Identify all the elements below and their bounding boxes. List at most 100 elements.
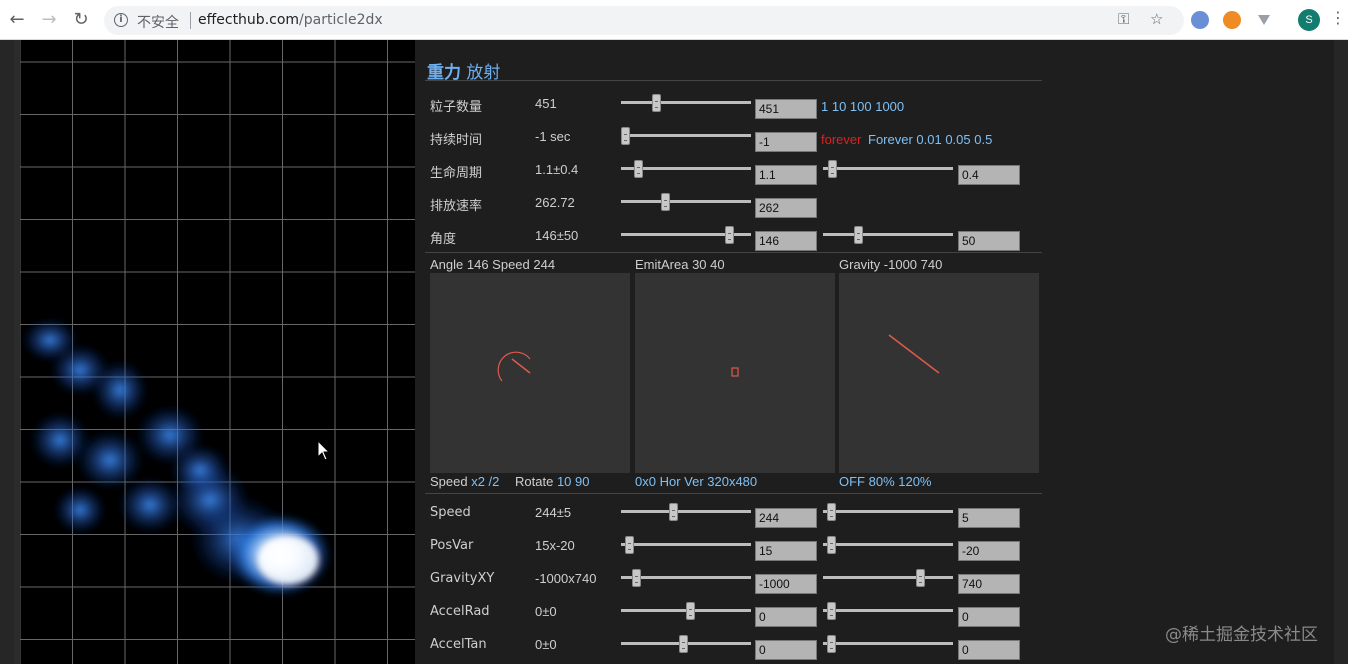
slider-thumb[interactable] bbox=[826, 635, 836, 653]
param-input[interactable]: 0 bbox=[755, 640, 817, 660]
angle-speed-pad[interactable] bbox=[430, 273, 630, 473]
param-variance-slider[interactable] bbox=[823, 159, 953, 179]
param-input[interactable]: 1.1 bbox=[755, 165, 817, 185]
scrollbar[interactable] bbox=[1334, 40, 1348, 664]
param-variance-input[interactable]: 50 bbox=[958, 231, 1020, 251]
extension-icon-2[interactable] bbox=[1223, 11, 1241, 29]
param-value: 146±50 bbox=[535, 228, 579, 243]
slider-track bbox=[621, 543, 751, 546]
info-icon[interactable]: i bbox=[114, 13, 128, 27]
divider bbox=[425, 493, 1042, 494]
slider-thumb[interactable] bbox=[826, 602, 836, 620]
param-variance-slider[interactable] bbox=[823, 225, 953, 245]
pad-label-angle: Angle 146 Speed 244 bbox=[430, 257, 556, 272]
slider-thumb[interactable] bbox=[660, 193, 670, 211]
browser-toolbar: ← → ↻ i 不安全 effecthub.com/particle2dx ⚿ … bbox=[0, 0, 1348, 40]
slider-thumb[interactable] bbox=[621, 127, 630, 145]
slider-track bbox=[621, 200, 751, 203]
divider bbox=[425, 80, 1042, 81]
speed-label: Speed bbox=[430, 474, 472, 489]
param-slider[interactable] bbox=[621, 93, 751, 113]
param-input[interactable]: 244 bbox=[755, 508, 817, 528]
param-variance-input[interactable]: 0 bbox=[958, 607, 1020, 627]
address-bar[interactable]: i 不安全 effecthub.com/particle2dx ⚿ ☆ bbox=[104, 6, 1184, 35]
security-label[interactable]: 不安全 bbox=[137, 12, 179, 32]
param-variance-slider[interactable] bbox=[823, 634, 953, 654]
slider-track bbox=[621, 510, 751, 513]
param-slider[interactable] bbox=[621, 502, 751, 522]
slider-thumb[interactable] bbox=[826, 503, 836, 521]
arrow-right-icon[interactable]: → bbox=[38, 9, 60, 31]
param-value: 262.72 bbox=[535, 195, 575, 210]
param-input[interactable]: 262 bbox=[755, 198, 817, 218]
slider-thumb[interactable] bbox=[679, 635, 689, 653]
param-value: -1000x740 bbox=[535, 571, 597, 586]
param-variance-input[interactable]: -20 bbox=[958, 541, 1020, 561]
arrow-left-icon[interactable]: ← bbox=[6, 9, 28, 31]
param-slider[interactable] bbox=[621, 126, 751, 146]
param-slider[interactable] bbox=[621, 159, 751, 179]
param-variance-input[interactable]: 0 bbox=[958, 640, 1020, 660]
param-label: 排放速率 bbox=[430, 199, 483, 214]
param-slider[interactable] bbox=[621, 568, 751, 588]
extension-icon-1[interactable] bbox=[1191, 11, 1209, 29]
emit-area-pad[interactable] bbox=[635, 273, 835, 473]
slider-track bbox=[823, 642, 953, 645]
speed-multiplier-links[interactable]: x2 /2 bbox=[471, 474, 499, 489]
rotate-links[interactable]: 10 90 bbox=[557, 474, 590, 489]
slider-thumb[interactable] bbox=[624, 536, 634, 554]
param-value: 244±5 bbox=[535, 505, 572, 520]
param-slider[interactable] bbox=[621, 225, 751, 245]
left-gutter bbox=[0, 40, 14, 664]
param-variance-input[interactable]: 740 bbox=[958, 574, 1020, 594]
param-variance-input[interactable]: 0.4 bbox=[958, 165, 1020, 185]
key-icon[interactable]: ⚿ bbox=[1118, 10, 1129, 28]
param-slider[interactable] bbox=[621, 601, 751, 621]
slider-thumb[interactable] bbox=[686, 602, 696, 620]
slider-track bbox=[823, 510, 953, 513]
slider-thumb[interactable] bbox=[669, 503, 679, 521]
url-text[interactable]: effecthub.com/particle2dx bbox=[198, 12, 383, 28]
gravity-pad[interactable] bbox=[839, 273, 1039, 473]
pad-footer-angle: Speed x2 /2 Rotate 10 90 bbox=[430, 474, 589, 489]
emit-area-links[interactable]: 0x0 Hor Ver 320x480 bbox=[635, 474, 757, 489]
avatar[interactable]: S bbox=[1298, 9, 1320, 31]
slider-thumb[interactable] bbox=[916, 569, 926, 587]
param-input[interactable]: 451 bbox=[755, 99, 817, 119]
param-variance-slider[interactable] bbox=[823, 568, 953, 588]
slider-thumb[interactable] bbox=[826, 536, 836, 554]
slider-thumb[interactable] bbox=[631, 569, 641, 587]
param-input[interactable]: 146 bbox=[755, 231, 817, 251]
slider-thumb[interactable] bbox=[854, 226, 864, 244]
slider-thumb[interactable] bbox=[725, 226, 735, 244]
more-vert-icon[interactable]: ⋮ bbox=[1330, 8, 1346, 27]
param-input[interactable]: -1000 bbox=[755, 574, 817, 594]
preset-links[interactable]: 1 10 100 1000 bbox=[821, 99, 904, 114]
param-variance-input[interactable]: 5 bbox=[958, 508, 1020, 528]
param-variance-slider[interactable] bbox=[823, 535, 953, 555]
particle-canvas[interactable] bbox=[20, 40, 415, 664]
param-variance-slider[interactable] bbox=[823, 601, 953, 621]
param-input[interactable]: 0 bbox=[755, 607, 817, 627]
slider-track bbox=[823, 543, 953, 546]
param-variance-slider[interactable] bbox=[823, 502, 953, 522]
star-icon[interactable]: ☆ bbox=[1150, 10, 1163, 28]
forever-link[interactable]: forever bbox=[821, 132, 861, 147]
preset-links[interactable]: Forever 0.01 0.05 0.5 bbox=[868, 132, 992, 147]
extension-icon-3[interactable] bbox=[1255, 11, 1273, 29]
param-label: Speed bbox=[430, 505, 471, 520]
param-slider[interactable] bbox=[621, 535, 751, 555]
slider-thumb[interactable] bbox=[652, 94, 662, 112]
slider-thumb[interactable] bbox=[634, 160, 644, 178]
param-input[interactable]: 15 bbox=[755, 541, 817, 561]
param-slider[interactable] bbox=[621, 192, 751, 212]
param-value: 0±0 bbox=[535, 604, 557, 619]
divider bbox=[190, 12, 191, 29]
page: 重力 放射 粒子数量 451 451 1 10 100 1000 持续时间 -1 sec -… bbox=[0, 40, 1348, 664]
param-value: 1.1±0.4 bbox=[535, 162, 579, 177]
reload-icon[interactable]: ↻ bbox=[70, 9, 92, 31]
slider-thumb[interactable] bbox=[827, 160, 837, 178]
param-input[interactable]: -1 bbox=[755, 132, 817, 152]
gravity-links[interactable]: OFF 80% 120% bbox=[839, 474, 932, 489]
param-slider[interactable] bbox=[621, 634, 751, 654]
